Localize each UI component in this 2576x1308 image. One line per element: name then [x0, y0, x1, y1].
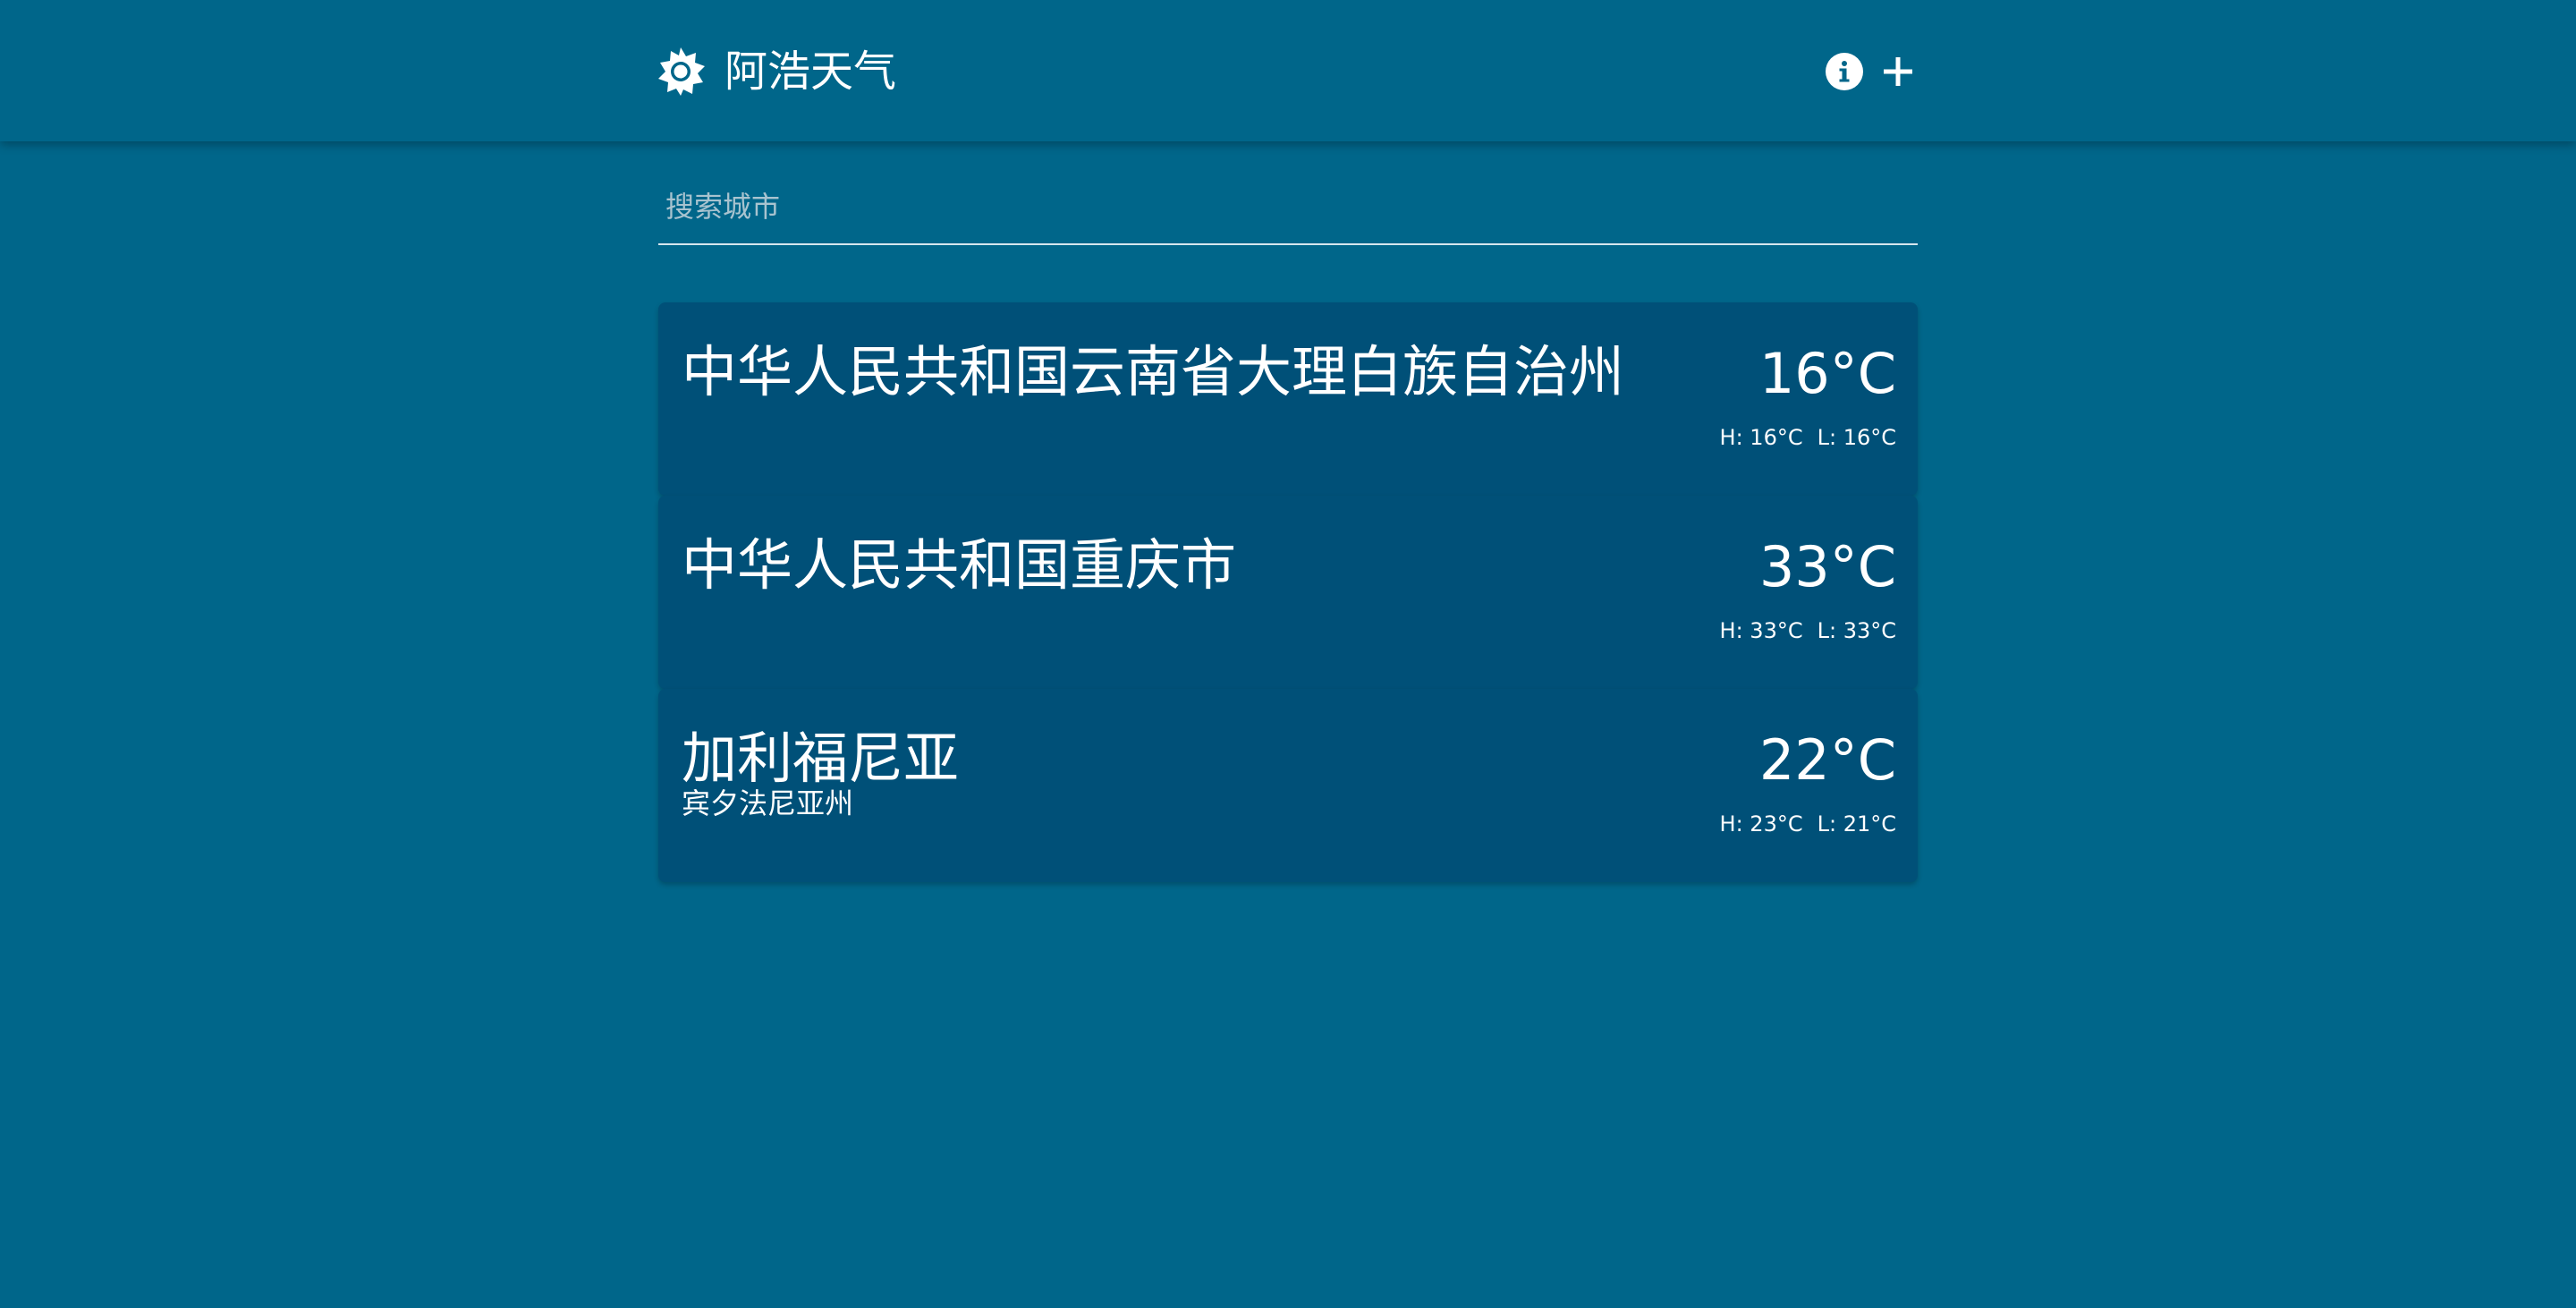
city-card[interactable]: 中华人民共和国云南省大理白族自治州 16°C H: 16°C L: 16°C [658, 302, 1918, 496]
city-card[interactable]: 加利福尼亚 宾夕法尼亚州 22°C H: 23°C L: 21°C [658, 689, 1918, 882]
high-low: H: 33°C L: 33°C [1720, 617, 1896, 644]
city-name: 中华人民共和国云南省大理白族自治州 [682, 339, 1625, 404]
current-temperature: 33°C [1758, 534, 1896, 599]
high-temperature: H: 23°C [1719, 811, 1803, 837]
city-card[interactable]: 中华人民共和国重庆市 33°C H: 33°C L: 33°C [658, 496, 1918, 689]
city-name: 加利福尼亚 [682, 726, 960, 791]
city-list: 中华人民共和国云南省大理白族自治州 16°C H: 16°C L: 16°C 中华… [658, 302, 1918, 882]
low-temperature: L: 21°C [1817, 811, 1896, 837]
city-subtitle: 宾夕法尼亚州 [682, 786, 854, 820]
low-temperature: L: 33°C [1817, 618, 1896, 643]
search-input[interactable] [658, 175, 1918, 238]
header-actions [1825, 50, 1916, 93]
current-temperature: 22°C [1758, 727, 1896, 793]
sun-icon [658, 47, 705, 96]
search-bar [658, 175, 1918, 245]
high-low: H: 23°C L: 21°C [1720, 811, 1896, 837]
low-temperature: L: 16°C [1817, 425, 1896, 450]
app-title: 阿浩天气 [724, 47, 897, 97]
brand: 阿浩天气 [657, 45, 896, 98]
high-temperature: H: 33°C [1719, 618, 1803, 643]
city-name: 中华人民共和国重庆市 [682, 532, 1237, 598]
app-header: 阿浩天气 [0, 0, 2576, 141]
high-low: H: 16°C L: 16°C [1720, 424, 1896, 451]
current-temperature: 16°C [1758, 341, 1896, 406]
high-temperature: H: 16°C [1719, 425, 1803, 450]
info-icon[interactable] [1825, 52, 1864, 91]
plus-icon[interactable] [1880, 54, 1916, 89]
